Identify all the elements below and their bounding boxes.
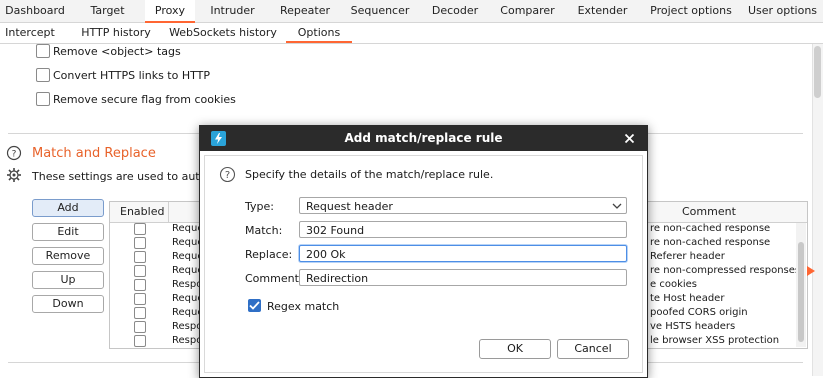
regex-match-checkbox[interactable] (248, 299, 261, 312)
column-enabled[interactable]: Enabled (120, 202, 170, 222)
row-enabled-checkbox[interactable] (134, 293, 146, 305)
row-enabled-checkbox[interactable] (134, 265, 146, 277)
tab-dashboard[interactable]: Dashboard (0, 0, 70, 22)
remove-object-tags-label: Remove <object> tags (53, 45, 181, 58)
dialog-body: ? Specify the details of the match/repla… (204, 155, 643, 373)
dialog-title-bar[interactable]: Add match/replace rule (200, 126, 647, 151)
up-button[interactable]: Up (32, 271, 104, 289)
row-comment: re non-cached response (650, 237, 771, 248)
row-comment: re non-cached response (650, 223, 771, 234)
chevron-down-icon (612, 203, 622, 209)
expand-arrow-icon[interactable] (807, 266, 815, 276)
convert-https-links-label: Convert HTTPS links to HTTP (53, 69, 210, 82)
tab-proxy[interactable]: Proxy (145, 0, 195, 23)
comment-label: Comment: (245, 272, 303, 285)
subtab-http-history[interactable]: HTTP history (72, 23, 160, 43)
row-comment: poofed CORS origin (650, 307, 748, 318)
row-comment: le browser XSS protection (650, 335, 780, 346)
row-enabled-checkbox[interactable] (134, 321, 146, 333)
row-comment: re non-compressed responses (650, 265, 801, 276)
edit-button[interactable]: Edit (32, 223, 104, 241)
remove-button[interactable]: Remove (32, 247, 104, 265)
tab-project-options[interactable]: Project options (640, 0, 742, 22)
regex-match-label: Regex match (267, 300, 340, 313)
table-scrollbar-thumb[interactable] (798, 242, 804, 342)
add-button[interactable]: Add (32, 199, 104, 217)
type-select[interactable]: Request header (299, 197, 627, 214)
match-label: Match: (245, 224, 283, 237)
subtab-websockets-history[interactable]: WebSockets history (166, 23, 280, 43)
tab-target[interactable]: Target (70, 0, 145, 22)
convert-https-links-checkbox[interactable] (36, 68, 50, 82)
row-comment: Referer header (650, 251, 725, 262)
tab-intruder[interactable]: Intruder (195, 0, 270, 22)
svg-text:?: ? (225, 170, 230, 181)
row-enabled-checkbox[interactable] (134, 251, 146, 263)
settings-gear-icon[interactable] (6, 167, 22, 183)
svg-text:?: ? (12, 150, 17, 160)
remove-secure-flag-checkbox[interactable] (36, 92, 50, 106)
comment-field[interactable]: Redirection (299, 269, 627, 286)
tab-repeater[interactable]: Repeater (270, 0, 340, 22)
row-enabled-checkbox[interactable] (134, 307, 146, 319)
add-rule-dialog: Add match/replace rule ? Specify the det… (199, 125, 648, 378)
down-button[interactable]: Down (32, 295, 104, 313)
row-enabled-checkbox[interactable] (134, 279, 146, 291)
replace-label: Replace: (245, 248, 293, 261)
match-field[interactable]: 302 Found (299, 221, 627, 238)
row-enabled-checkbox[interactable] (134, 223, 146, 235)
proxy-sub-tab-bar: Intercept HTTP history WebSockets histor… (0, 23, 823, 44)
close-icon[interactable] (624, 133, 635, 144)
main-tab-bar: Dashboard Target Proxy Intruder Repeater… (0, 0, 823, 23)
row-comment: te Host header (650, 293, 725, 304)
row-enabled-checkbox[interactable] (134, 335, 146, 347)
row-comment: e cookies (650, 279, 697, 290)
help-icon[interactable]: ? (219, 166, 236, 183)
checkmark-icon (249, 301, 260, 310)
remove-object-tags-checkbox[interactable] (36, 44, 50, 58)
tab-user-options[interactable]: User options (742, 0, 823, 22)
tab-decoder[interactable]: Decoder (420, 0, 490, 22)
subtab-options[interactable]: Options (286, 23, 352, 43)
type-select-value: Request header (306, 200, 393, 213)
tab-sequencer[interactable]: Sequencer (340, 0, 420, 22)
row-type: Respo (172, 335, 203, 346)
row-comment: ve HSTS headers (650, 321, 736, 332)
row-type: Respo (172, 321, 203, 332)
row-enabled-checkbox[interactable] (134, 237, 146, 249)
section-title: Match and Replace (32, 146, 156, 161)
ok-button[interactable]: OK (479, 339, 551, 359)
type-label: Type: (245, 200, 274, 213)
tab-comparer[interactable]: Comparer (490, 0, 565, 22)
remove-secure-flag-label: Remove secure flag from cookies (53, 93, 236, 106)
dialog-description: Specify the details of the match/replace… (245, 168, 494, 181)
dialog-title: Add match/replace rule (344, 131, 503, 145)
help-icon[interactable]: ? (6, 145, 22, 161)
column-comment[interactable]: Comment (682, 202, 762, 222)
tab-extender[interactable]: Extender (565, 0, 640, 22)
page-scrollbar-thumb[interactable] (814, 46, 821, 98)
cancel-button[interactable]: Cancel (557, 339, 629, 359)
subtab-intercept[interactable]: Intercept (0, 23, 60, 43)
replace-field[interactable]: 200 Ok (299, 245, 627, 262)
row-type: Respo (172, 279, 203, 290)
